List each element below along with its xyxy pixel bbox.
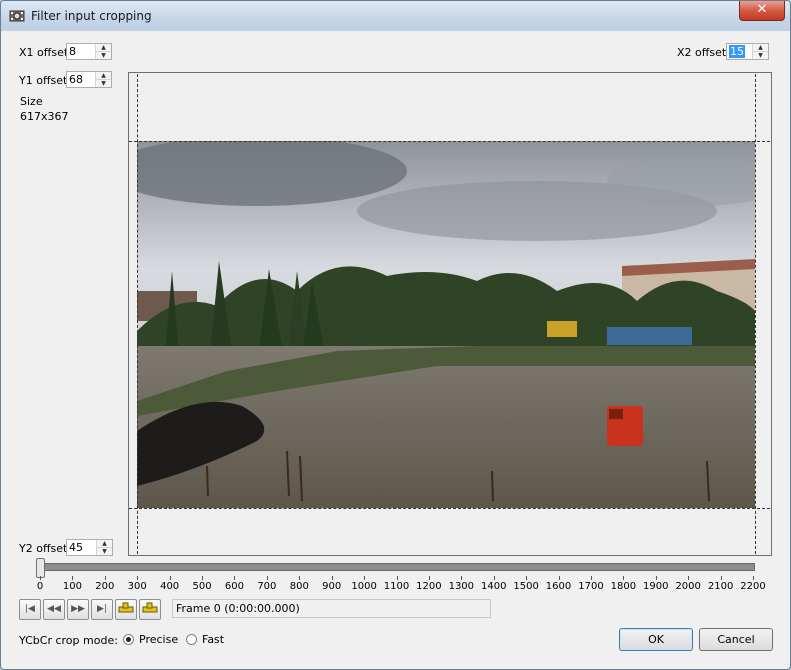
crop-guide-bottom[interactable] <box>129 508 770 509</box>
frame-text: Frame 0 (0:00:00.000) <box>176 602 300 615</box>
prev-keyframe-button[interactable] <box>115 599 137 620</box>
y1-offset-spinner[interactable]: 68 ▲ ▼ <box>66 71 112 88</box>
y2-offset-spinner[interactable]: 45 ▲ ▼ <box>66 539 113 556</box>
size-value: 617x367 <box>20 110 69 123</box>
timeline-tick <box>364 576 366 580</box>
timeline-tick <box>461 576 463 580</box>
cancel-button[interactable]: Cancel <box>699 628 773 651</box>
timeline-tick-label: 2200 <box>740 581 766 592</box>
step-back-button[interactable]: ◀◀ <box>43 599 65 620</box>
x2-offset-spinner[interactable]: 15 ▲ ▼ <box>726 43 769 60</box>
timeline-tick <box>299 576 301 580</box>
crop-mode-label: YCbCr crop mode: <box>19 634 118 647</box>
crop-guide-left[interactable] <box>137 74 138 554</box>
timeline-tick <box>655 576 657 580</box>
y2-up-arrow-icon[interactable]: ▲ <box>97 540 112 548</box>
timeline-tick <box>137 576 139 580</box>
crop-guide-right[interactable] <box>755 74 756 554</box>
timeline-tick-label: 200 <box>95 581 115 592</box>
x1-offset-spinner[interactable]: 8 ▲ ▼ <box>66 43 112 60</box>
title-bar[interactable]: Filter input cropping ✕ <box>1 1 790 31</box>
precise-radio-label[interactable]: Precise <box>139 633 178 646</box>
x2-offset-value[interactable]: 15 <box>729 45 745 58</box>
timeline-tick-label: 1400 <box>480 581 507 592</box>
timeline-tick <box>526 576 528 580</box>
window-title: Filter input cropping <box>31 9 152 23</box>
timeline-tick-label: 1100 <box>383 581 410 592</box>
timeline-tick <box>104 576 106 580</box>
timeline-tick <box>266 576 268 580</box>
timeline-tick-label: 1300 <box>448 581 475 592</box>
timeline-tick <box>558 576 560 580</box>
y1-offset-label: Y1 offset <box>19 74 68 87</box>
x1-up-arrow-icon[interactable]: ▲ <box>96 44 111 52</box>
close-button[interactable]: ✕ <box>739 1 785 21</box>
y1-up-arrow-icon[interactable]: ▲ <box>96 72 111 80</box>
timeline-tick <box>40 576 41 580</box>
timeline-tick-label: 800 <box>289 581 309 592</box>
x2-offset-label: X2 offset <box>677 46 727 59</box>
fast-radio-label[interactable]: Fast <box>202 633 224 646</box>
timeline-tick-label: 2000 <box>675 581 701 592</box>
go-to-end-button[interactable]: ▶| <box>91 599 113 620</box>
timeline-tick-label: 1800 <box>610 581 637 592</box>
y1-offset-value[interactable]: 68 <box>69 73 83 86</box>
timeline-tick <box>396 576 398 580</box>
timeline-tick-label: 900 <box>322 581 342 592</box>
timeline-tick-label: 600 <box>224 581 244 592</box>
y2-down-arrow-icon[interactable]: ▼ <box>97 548 112 555</box>
timeline-tick <box>688 576 690 580</box>
x1-offset-label: X1 offset <box>19 46 69 59</box>
size-label: Size <box>20 95 43 108</box>
y1-down-arrow-icon[interactable]: ▼ <box>96 80 111 87</box>
timeline-tick-label: 0 <box>36 581 44 592</box>
timeline-tick-label: 1900 <box>643 581 669 592</box>
timeline-tick-label: 1500 <box>513 581 539 592</box>
film-gear-icon <box>9 10 25 22</box>
timeline-tick-label: 700 <box>257 581 277 592</box>
timeline-tick <box>169 576 171 580</box>
frame-display: Frame 0 (0:00:00.000) <box>172 599 491 618</box>
timeline-tick <box>753 576 754 580</box>
timeline-tick <box>428 576 430 580</box>
timeline-tick-label: 1200 <box>416 581 442 592</box>
timeline-tick <box>202 576 204 580</box>
video-frame-preview <box>137 141 755 508</box>
timeline-tick-label: 1700 <box>578 581 604 592</box>
y2-offset-value[interactable]: 45 <box>69 541 83 554</box>
timeline-tick <box>493 576 495 580</box>
x1-offset-value[interactable]: 8 <box>69 45 76 58</box>
filter-input-cropping-dialog: Filter input cropping ✕ X1 offset 8 ▲ ▼ Y… <box>0 0 791 670</box>
ok-button[interactable]: OK <box>619 628 693 651</box>
timeline-tick-label: 2100 <box>707 581 734 592</box>
x1-down-arrow-icon[interactable]: ▼ <box>96 52 111 59</box>
key-icon <box>118 602 134 613</box>
key-icon <box>142 602 158 613</box>
next-keyframe-button[interactable] <box>139 599 161 620</box>
timeline-tick <box>590 576 592 580</box>
timeline-tick-label: 500 <box>192 581 212 592</box>
timeline-tick <box>720 576 722 580</box>
timeline-tick <box>623 576 625 580</box>
timeline-track[interactable] <box>39 563 755 571</box>
timeline-tick-label: 1000 <box>351 581 377 592</box>
fast-radio[interactable] <box>186 634 197 645</box>
timeline-tick-label: 400 <box>160 581 180 592</box>
step-forward-button[interactable]: ▶▶ <box>67 599 89 620</box>
crop-guide-top[interactable] <box>129 141 770 142</box>
timeline-tick <box>234 576 236 580</box>
x2-down-arrow-icon[interactable]: ▼ <box>753 52 768 59</box>
timeline-tick <box>331 576 333 580</box>
timeline-tick-label: 100 <box>62 581 82 592</box>
timeline-tick-label: 300 <box>127 581 147 592</box>
x2-up-arrow-icon[interactable]: ▲ <box>753 44 768 52</box>
precise-radio[interactable] <box>123 634 134 645</box>
go-to-start-button[interactable]: |◀ <box>19 599 41 620</box>
timeline-tick <box>72 576 74 580</box>
y2-offset-label: Y2 offset <box>19 542 68 555</box>
timeline-tick-label: 1600 <box>545 581 572 592</box>
timeline-thumb[interactable] <box>36 558 45 578</box>
